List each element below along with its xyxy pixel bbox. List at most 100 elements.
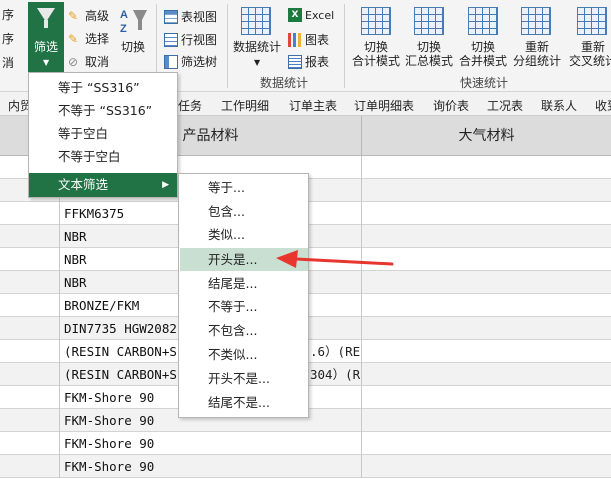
- clear-filter-icon: ⊘: [68, 54, 79, 69]
- switch-merge-line2: 合并模式: [458, 54, 507, 68]
- filter-dropdown-menu: 等于 “SS316” 不等于 “SS316” 等于空白 不等于空白 文本筛选 ▶: [28, 72, 178, 198]
- table-cell[interactable]: FKM-Shore 90: [60, 455, 362, 478]
- advanced-filter-button[interactable]: ✎ 高级: [68, 7, 109, 24]
- menu-item-not-equals-ss316[interactable]: 不等于 “SS316”: [29, 99, 177, 123]
- chevron-right-icon: ▶: [162, 180, 169, 190]
- row-view-icon: [164, 32, 178, 47]
- group-label-quick-stats: 快速统计: [460, 76, 509, 90]
- tab-received[interactable]: 收到: [595, 97, 611, 114]
- switch-total-mode-button[interactable]: 切换 合计模式: [350, 40, 402, 68]
- table-cell[interactable]: [0, 409, 60, 432]
- table-cell[interactable]: [0, 294, 60, 317]
- table-view-button[interactable]: 表视图: [164, 8, 217, 25]
- select-filter-button[interactable]: ✎ 选择: [68, 30, 109, 47]
- table-cell[interactable]: [0, 455, 60, 478]
- switch-merge-mode-button[interactable]: 切换 合并模式: [457, 40, 509, 68]
- tab-order-details[interactable]: 订单明细表: [354, 97, 414, 114]
- switch-merge-line1: 切换: [470, 40, 495, 54]
- filter-button[interactable]: 筛选 ▼: [28, 2, 64, 72]
- cancel-filter-button[interactable]: ⊘ 取消: [68, 53, 109, 70]
- report-button[interactable]: 报表: [288, 53, 329, 70]
- table-view-icon: [164, 9, 178, 24]
- switch-total-mode-icon: [361, 7, 391, 35]
- row-view-button[interactable]: 行视图: [164, 31, 217, 48]
- excel-icon: X: [288, 8, 302, 22]
- submenu-item-begins-with[interactable]: 开头是...: [180, 248, 308, 271]
- tab-order-master[interactable]: 订单主表: [289, 97, 337, 114]
- tab-inquiry[interactable]: 询价表: [433, 97, 469, 114]
- excel-button[interactable]: X Excel: [288, 8, 334, 22]
- switch-summary-mode-button[interactable]: 切换 汇总模式: [403, 40, 455, 68]
- table-row[interactable]: FKM-Shore 90: [0, 455, 611, 478]
- table-cell[interactable]: [0, 386, 60, 409]
- regroup-stats-icon: [521, 7, 551, 35]
- switch-merge-mode-icon: [468, 7, 498, 35]
- filter-tree-button[interactable]: 筛选树: [164, 53, 217, 70]
- menu-item-text-filter-label: 文本筛选: [58, 177, 109, 192]
- column-header-atmosphere-material[interactable]: 大气材料: [362, 116, 611, 156]
- submenu-item-not-begins-with[interactable]: 开头不是...: [180, 367, 308, 390]
- regroup-stats-button[interactable]: 重新 分组统计: [510, 40, 564, 68]
- table-cell[interactable]: [0, 317, 60, 340]
- submenu-item-equals[interactable]: 等于...: [180, 176, 308, 199]
- chevron-down-icon: ▼: [43, 58, 50, 67]
- select-filter-label: 选择: [85, 32, 110, 46]
- table-cell[interactable]: [0, 363, 60, 386]
- data-stats-button[interactable]: 数据统计: [233, 40, 281, 54]
- menu-item-text-filter[interactable]: 文本筛选 ▶: [29, 173, 177, 197]
- report-icon: [288, 54, 302, 69]
- cancel-filter-label: 取消: [85, 55, 110, 69]
- switch-total-line2: 合计模式: [351, 54, 400, 68]
- recross-line2: 交叉统计: [568, 54, 611, 68]
- sort-desc-button[interactable]: 序: [2, 32, 14, 46]
- submenu-item-not-equals[interactable]: 不等于...: [180, 295, 308, 318]
- table-cell[interactable]: [0, 271, 60, 294]
- recross-line1: 重新: [580, 40, 605, 54]
- submenu-item-not-contains[interactable]: 不包含...: [180, 319, 308, 342]
- submenu-item-ends-with[interactable]: 结尾是...: [180, 272, 308, 295]
- advanced-filter-icon: ✎: [68, 8, 79, 23]
- table-cell[interactable]: [0, 202, 60, 225]
- tab-conditions[interactable]: 工况表: [487, 97, 523, 114]
- chevron-down-icon: ▼: [254, 58, 261, 67]
- recross-stats-icon: [577, 7, 607, 35]
- sort-button[interactable]: 序: [2, 8, 14, 22]
- switch-sort-icon: A Z: [119, 6, 149, 36]
- table-row[interactable]: FKM-Shore 90: [0, 432, 611, 455]
- menu-item-equals-blank[interactable]: 等于空白: [29, 122, 177, 146]
- excel-label: Excel: [305, 8, 335, 22]
- menu-item-equals-ss316[interactable]: 等于 “SS316”: [29, 76, 177, 100]
- table-cell[interactable]: [0, 225, 60, 248]
- submenu-item-not-like[interactable]: 不类似...: [180, 343, 308, 366]
- chart-icon: [288, 32, 302, 47]
- chart-button[interactable]: 图表: [288, 31, 329, 48]
- submenu-item-like[interactable]: 类似...: [180, 223, 308, 246]
- filter-funnel-stem: [44, 20, 48, 28]
- switch-button[interactable]: 切换: [121, 40, 145, 54]
- switch-total-line1: 切换: [363, 40, 388, 54]
- filter-tree-label: 筛选树: [181, 55, 218, 69]
- ribbon-separator: [344, 4, 345, 88]
- cancel-sort-button[interactable]: 消: [2, 56, 14, 70]
- switch-summary-mode-icon: [414, 7, 444, 35]
- menu-item-not-equals-blank[interactable]: 不等于空白: [29, 145, 177, 169]
- submenu-item-not-ends-with[interactable]: 结尾不是...: [180, 391, 308, 414]
- submenu-item-contains[interactable]: 包含...: [180, 200, 308, 223]
- text-filter-submenu: 等于... 包含... 类似... 开头是... 结尾是... 不等于... 不…: [178, 173, 309, 418]
- svg-text:Z: Z: [120, 23, 127, 35]
- tab-contacts[interactable]: 联系人: [541, 97, 577, 114]
- group-label-data-stats: 数据统计: [260, 76, 309, 90]
- recross-stats-button[interactable]: 重新 交叉统计: [566, 40, 611, 68]
- tab-work-details[interactable]: 工作明细: [221, 97, 269, 114]
- advanced-filter-label: 高级: [85, 9, 110, 23]
- table-cell[interactable]: FKM-Shore 90: [60, 432, 362, 455]
- select-filter-icon: ✎: [68, 31, 79, 46]
- table-cell[interactable]: [0, 248, 60, 271]
- table-cell[interactable]: [0, 432, 60, 455]
- filter-button-label: 筛选: [33, 40, 58, 54]
- tab-tasks[interactable]: 任务: [178, 97, 202, 114]
- table-cell[interactable]: [0, 340, 60, 363]
- cell-overflow-text: .6）(RE: [310, 344, 361, 359]
- data-stats-icon: [241, 7, 271, 35]
- switch-summary-line1: 切换: [416, 40, 441, 54]
